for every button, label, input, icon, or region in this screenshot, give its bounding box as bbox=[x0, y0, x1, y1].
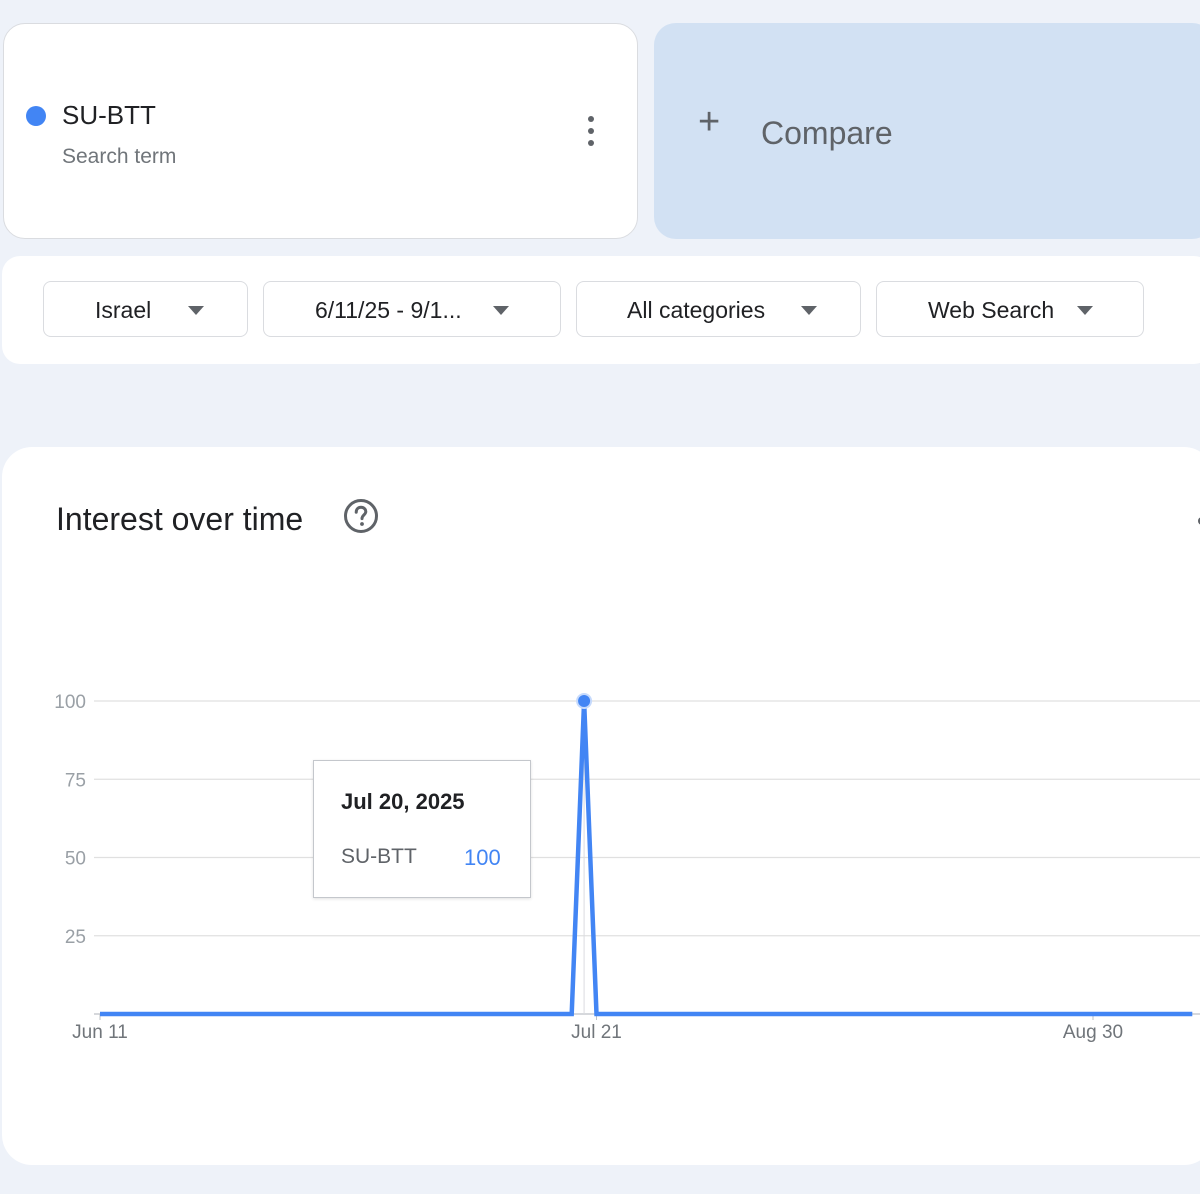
filter-date-range[interactable]: 6/11/25 - 9/1... bbox=[263, 281, 561, 337]
filter-region[interactable]: Israel bbox=[43, 281, 248, 337]
filter-bar: Israel 6/11/25 - 9/1... All categories W… bbox=[2, 256, 1200, 364]
line-chart: 25 50 75 100 Jun 11 Jul 21 Aug 30 bbox=[54, 692, 1200, 1043]
interest-over-time-card: Interest over time 25 50 75 100 Jun 11 Jul 21… bbox=[2, 447, 1200, 1165]
tooltip-value: 100 bbox=[464, 845, 501, 870]
filter-search-type-label: Web Search bbox=[928, 297, 1055, 323]
search-term-card[interactable]: SU-BTT Search term bbox=[3, 23, 638, 239]
compare-button[interactable]: + Compare bbox=[654, 23, 1200, 239]
y-tick-label: 100 bbox=[54, 692, 86, 713]
y-tick-label: 50 bbox=[65, 849, 86, 870]
y-tick-label: 25 bbox=[65, 927, 86, 948]
chart-tooltip: Jul 20, 2025 SU-BTT 100 bbox=[313, 760, 531, 898]
x-tick-label: Aug 30 bbox=[1063, 1022, 1123, 1043]
x-tick-label: Jul 21 bbox=[571, 1022, 622, 1043]
more-options-icon[interactable] bbox=[579, 116, 603, 148]
filter-category-label: All categories bbox=[627, 297, 766, 323]
filter-search-type[interactable]: Web Search bbox=[876, 281, 1144, 337]
plus-icon: + bbox=[698, 101, 721, 143]
filter-category[interactable]: All categories bbox=[576, 281, 861, 337]
caret-down-icon bbox=[188, 306, 204, 315]
x-tick-label: Jun 11 bbox=[72, 1022, 128, 1043]
caret-down-icon bbox=[801, 306, 817, 315]
filter-date-range-label: 6/11/25 - 9/1... bbox=[315, 297, 462, 323]
caret-down-icon bbox=[1077, 306, 1093, 315]
caret-down-icon bbox=[493, 306, 509, 315]
tooltip-date: Jul 20, 2025 bbox=[341, 789, 465, 814]
highlight-point bbox=[576, 693, 593, 709]
series-color-dot bbox=[26, 106, 46, 126]
y-tick-label: 75 bbox=[65, 770, 86, 791]
search-term-subtitle: Search term bbox=[62, 145, 177, 168]
tooltip-series-name: SU-BTT bbox=[341, 845, 417, 868]
compare-label: Compare bbox=[761, 115, 893, 151]
filter-region-label: Israel bbox=[95, 297, 152, 323]
search-term-name: SU-BTT bbox=[62, 100, 156, 130]
